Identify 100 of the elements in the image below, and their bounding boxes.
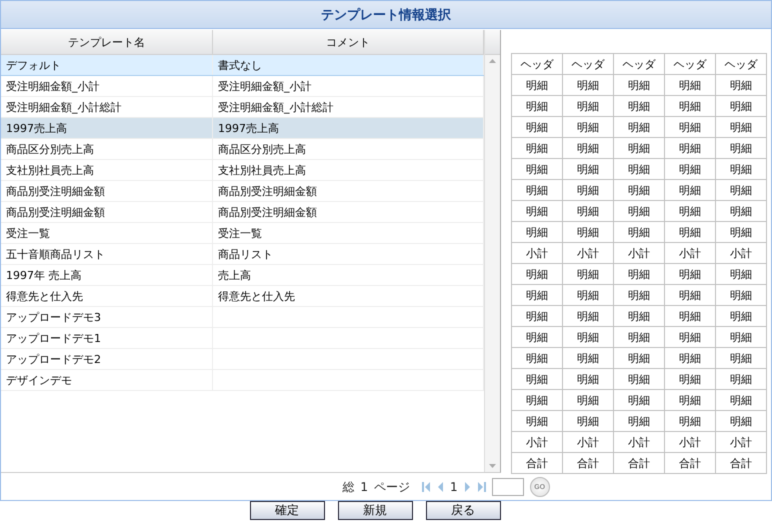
preview-cell: 明細 [614,116,664,138]
action-button[interactable]: 戻る [426,501,500,520]
table-row[interactable]: アップロードデモ3 [1,307,484,328]
preview-header-cell: ヘッダ [664,54,716,74]
table-row[interactable]: 受注明細金額_小計 受注明細金額_小計 [1,76,484,97]
preview-header-cell: ヘッダ [562,54,614,74]
preview-cell: 明細 [614,200,664,222]
preview-cell: 明細 [664,138,716,158]
preview-cell: 明細 [716,410,766,432]
preview-header-cell: ヘッダ [716,54,766,74]
preview-cell: 明細 [512,96,562,116]
window-title: テンプレート情報選択 [1,1,771,29]
preview-cell: 明細 [614,180,664,200]
preview-cell: 明細 [614,348,664,368]
table-cell: デフォルト [1,55,213,75]
action-button[interactable]: 新規 [338,501,412,520]
table-cell: 受注明細金額_小計総計 [1,97,213,117]
table-row[interactable]: 商品区分別売上高 商品区分別売上高 [1,139,484,160]
preview-cell: 明細 [562,96,614,116]
preview-cell: 明細 [562,138,614,158]
preview-cell: 明細 [562,264,614,284]
previous-page-icon[interactable] [436,482,444,492]
preview-cell: 明細 [716,116,766,138]
preview-cell: 合計 [562,452,614,474]
scrollbar[interactable] [484,30,500,472]
table-cell: 1997年 売上高 [1,265,213,285]
preview-cell: 明細 [716,180,766,200]
next-page-icon[interactable] [464,482,472,492]
preview-cell: 明細 [614,138,664,158]
preview-cell: 明細 [512,222,562,242]
preview-cell: 明細 [614,284,664,306]
table-row[interactable]: 商品別受注明細金額 商品別受注明細金額 [1,181,484,202]
table-cell: デザインデモ [1,370,213,390]
table-cell: 得意先と仕入先 [1,286,213,306]
preview-cell: 明細 [716,368,766,390]
page-suffix: ページ [374,478,410,496]
preview-cell: 明細 [562,410,614,432]
table-row[interactable]: 1997売上高 1997売上高 [1,118,484,139]
preview-cell: 明細 [512,284,562,306]
preview-cell: 明細 [664,116,716,138]
preview-cell: 小計 [512,242,562,264]
preview-cell: 明細 [614,410,664,432]
preview-cell: 明細 [512,138,562,158]
current-page: 1 [450,480,458,494]
table-cell: 五十音順商品リスト [1,244,213,264]
first-page-icon[interactable] [422,482,430,492]
table-row[interactable]: 得意先と仕入先 得意先と仕入先 [1,286,484,307]
preview-cell: 明細 [664,284,716,306]
preview-cell: 合計 [614,452,664,474]
preview-cell: 明細 [562,326,614,348]
table-row[interactable]: 五十音順商品リスト 商品リスト [1,244,484,265]
preview-cell: 明細 [664,368,716,390]
preview-cell: 明細 [562,368,614,390]
preview-cell: 明細 [664,264,716,284]
preview-cell: 明細 [562,116,614,138]
preview-cell: 明細 [716,138,766,158]
preview-header-cell: ヘッダ [614,54,664,74]
table-cell: 商品別受注明細金額 [1,202,213,222]
table-row[interactable]: 1997年 売上高 売上高 [1,265,484,286]
preview-cell: 小計 [716,432,766,452]
table-row[interactable]: デザインデモ [1,370,484,391]
page-total: 1 [360,480,368,494]
preview-cell: 小計 [664,432,716,452]
page-input[interactable] [492,478,524,496]
table-row[interactable]: 受注一覧 受注一覧 [1,223,484,244]
preview-cell: 小計 [614,242,664,264]
preview-cell: 明細 [562,158,614,180]
table-row[interactable]: アップロードデモ2 [1,349,484,370]
preview-cell: 明細 [512,158,562,180]
preview-cell: 明細 [614,264,664,284]
preview-cell: 明細 [664,200,716,222]
table-cell: 支社別社員売上高 [1,160,213,180]
preview-cell: 明細 [716,200,766,222]
table-row[interactable]: アップロードデモ1 [1,328,484,349]
preview-cell: 明細 [716,74,766,96]
preview-cell: 明細 [512,74,562,96]
preview-cell: 明細 [512,368,562,390]
preview-cell: 明細 [614,368,664,390]
table-row[interactable]: 受注明細金額_小計総計 受注明細金額_小計総計 [1,97,484,118]
preview-cell: 明細 [716,390,766,410]
last-page-icon[interactable] [478,482,486,492]
preview-cell: 明細 [664,348,716,368]
preview-cell: 明細 [512,410,562,432]
column-header[interactable]: テンプレート名 [1,30,213,54]
action-button[interactable]: 確定 [250,501,324,520]
preview-cell: 明細 [614,326,664,348]
preview-cell: 小計 [716,242,766,264]
page-prefix: 総 [342,478,354,496]
table-cell: アップロードデモ2 [1,349,213,369]
table-row[interactable]: 支社別社員売上高 支社別社員売上高 [1,160,484,181]
table-cell: 受注一覧 [1,223,213,243]
table-row[interactable]: 商品別受注明細金額 商品別受注明細金額 [1,202,484,223]
preview-cell: 明細 [512,306,562,326]
preview-cell: 明細 [716,96,766,116]
preview-cell: 明細 [664,306,716,326]
preview-cell: 明細 [512,326,562,348]
table-row[interactable]: デフォルト 書式なし [1,55,484,76]
table-cell: 商品区分別売上高 [1,139,213,159]
preview-cell: 合計 [664,452,716,474]
table-cell: 商品別受注明細金額 [1,181,213,201]
